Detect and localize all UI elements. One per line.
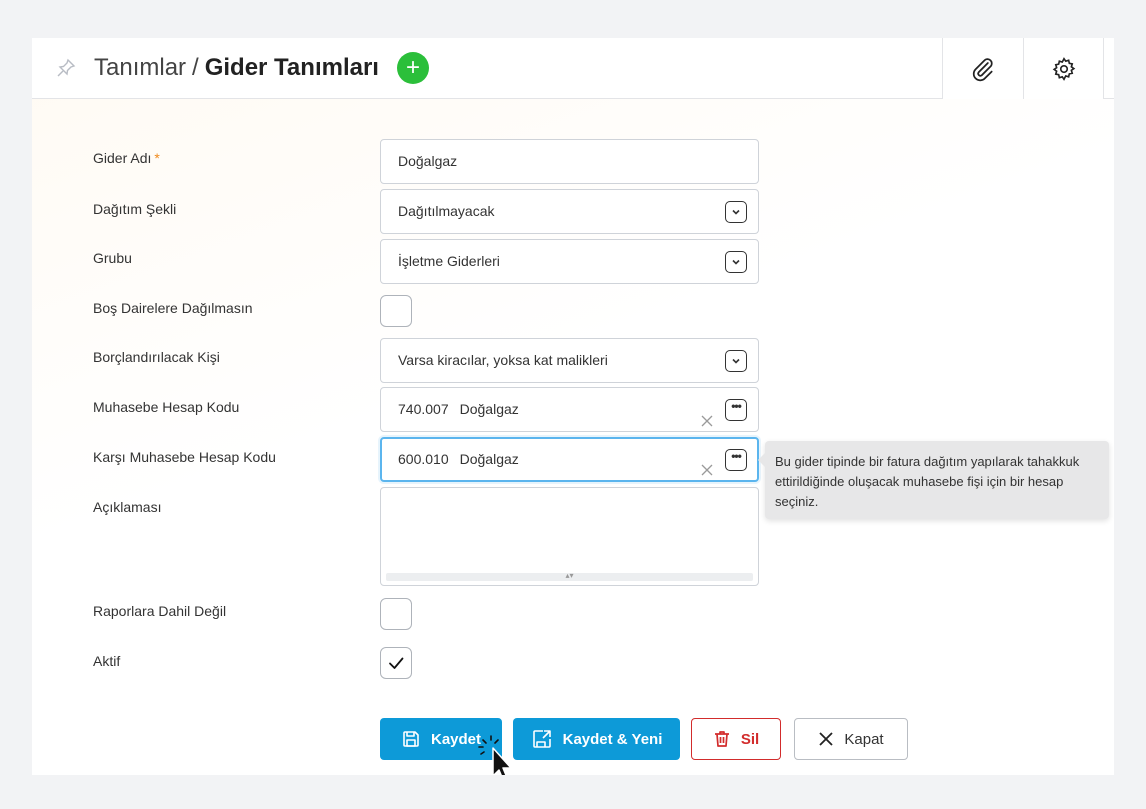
borclandirilacak-select[interactable]: Varsa kiracılar, yoksa kat malikleri — [380, 338, 759, 383]
karsi-muhasebe-kodu-code: 600.010 — [398, 451, 449, 467]
floppy-icon — [403, 731, 419, 747]
grubu-value: İşletme Giderleri — [398, 253, 500, 269]
save-button[interactable]: Kaydet — [380, 718, 502, 760]
ellipsis-icon[interactable]: ••• — [725, 399, 747, 421]
aciklama-textarea[interactable]: ▴▾ — [380, 487, 759, 586]
save-and-new-button[interactable]: Kaydet & Yeni — [513, 718, 680, 760]
save-and-new-button-label: Kaydet & Yeni — [562, 730, 663, 748]
aktif-checkbox[interactable] — [380, 647, 412, 679]
raporlara-dahil-degil-checkbox[interactable] — [380, 598, 412, 630]
ellipsis-icon[interactable]: ••• — [725, 449, 747, 471]
grubu-select[interactable]: İşletme Giderleri — [380, 239, 759, 284]
muhasebe-kodu-code: 740.007 — [398, 401, 449, 417]
aktif-label: Aktif — [93, 653, 121, 669]
delete-button-label: Sil — [740, 730, 760, 748]
clear-icon[interactable] — [700, 402, 714, 427]
page-header: Tanımlar / Gider Tanımları + — [32, 38, 1114, 99]
muhasebe-kodu-label: Muhasebe Hesap Kodu — [93, 399, 240, 415]
chevron-down-icon[interactable] — [725, 201, 747, 223]
breadcrumb[interactable]: Tanımlar — [94, 54, 186, 81]
karsi-muhasebe-kodu-name: Doğalgaz — [459, 451, 519, 467]
help-tooltip: Bu gider tipinde bir fatura dağıtım yapı… — [758, 441, 1109, 519]
plus-icon: + — [405, 54, 420, 81]
add-button[interactable]: + — [397, 52, 429, 84]
dagitim-sekli-label: Dağıtım Şekli — [93, 201, 177, 217]
settings-button[interactable] — [1023, 38, 1104, 99]
bos-daireler-checkbox[interactable] — [380, 295, 412, 327]
resize-handle[interactable]: ▴▾ — [386, 571, 753, 581]
karsi-muhasebe-kodu-lookup[interactable]: 600.010 Doğalgaz ••• — [380, 437, 759, 482]
borclandirilacak-value: Varsa kiracılar, yoksa kat malikleri — [398, 352, 608, 368]
delete-button[interactable]: Sil — [691, 718, 781, 760]
gider-adi-value: Doğalgaz — [398, 153, 458, 169]
gider-adi-field[interactable]: Doğalgaz — [380, 139, 759, 184]
page-title-text: Gider Tanımları — [204, 54, 379, 81]
pin-icon[interactable] — [56, 58, 76, 78]
gider-adi-label-text: Gider Adı — [93, 150, 152, 166]
dagitim-sekli-select[interactable]: Dağıtılmayacak — [380, 189, 759, 234]
clear-icon[interactable] — [700, 452, 714, 476]
breadcrumb-separator: / — [192, 54, 199, 81]
raporlara-dahil-degil-label: Raporlara Dahil Değil — [93, 603, 227, 619]
gider-adi-label: Gider Adı * — [93, 150, 160, 166]
attach-button[interactable] — [942, 38, 1023, 99]
save-button-label: Kaydet — [430, 730, 482, 748]
muhasebe-kodu-lookup[interactable]: 740.007 Doğalgaz ••• — [380, 387, 759, 432]
close-button-label: Kapat — [844, 730, 884, 748]
aciklama-label: Açıklaması — [93, 499, 162, 515]
gear-icon — [1052, 56, 1075, 81]
borclandirilacak-label: Borçlandırılacak Kişi — [93, 349, 220, 365]
resize-arrows-icon: ▴▾ — [565, 571, 574, 580]
check-icon — [389, 657, 404, 669]
karsi-muhasebe-kodu-label: Karşı Muhasebe Hesap Kodu — [93, 449, 276, 465]
trash-icon — [714, 731, 729, 747]
chevron-down-icon[interactable] — [725, 350, 747, 372]
page-title: Tanımlar / Gider Tanımları — [94, 54, 379, 82]
required-mark: * — [154, 150, 160, 166]
bos-daireler-label: Boş Dairelere Dağılmasın — [93, 300, 253, 316]
save-export-icon — [532, 730, 551, 748]
form-window: Tanımlar / Gider Tanımları + Gider Adı * Do… — [32, 38, 1114, 775]
paperclip-icon — [972, 57, 993, 81]
muhasebe-kodu-name: Doğalgaz — [459, 401, 519, 417]
close-button[interactable]: Kapat — [794, 718, 908, 760]
dagitim-sekli-value: Dağıtılmayacak — [398, 203, 495, 219]
chevron-down-icon[interactable] — [725, 251, 747, 273]
close-icon — [819, 732, 834, 746]
grubu-label: Grubu — [93, 250, 132, 266]
